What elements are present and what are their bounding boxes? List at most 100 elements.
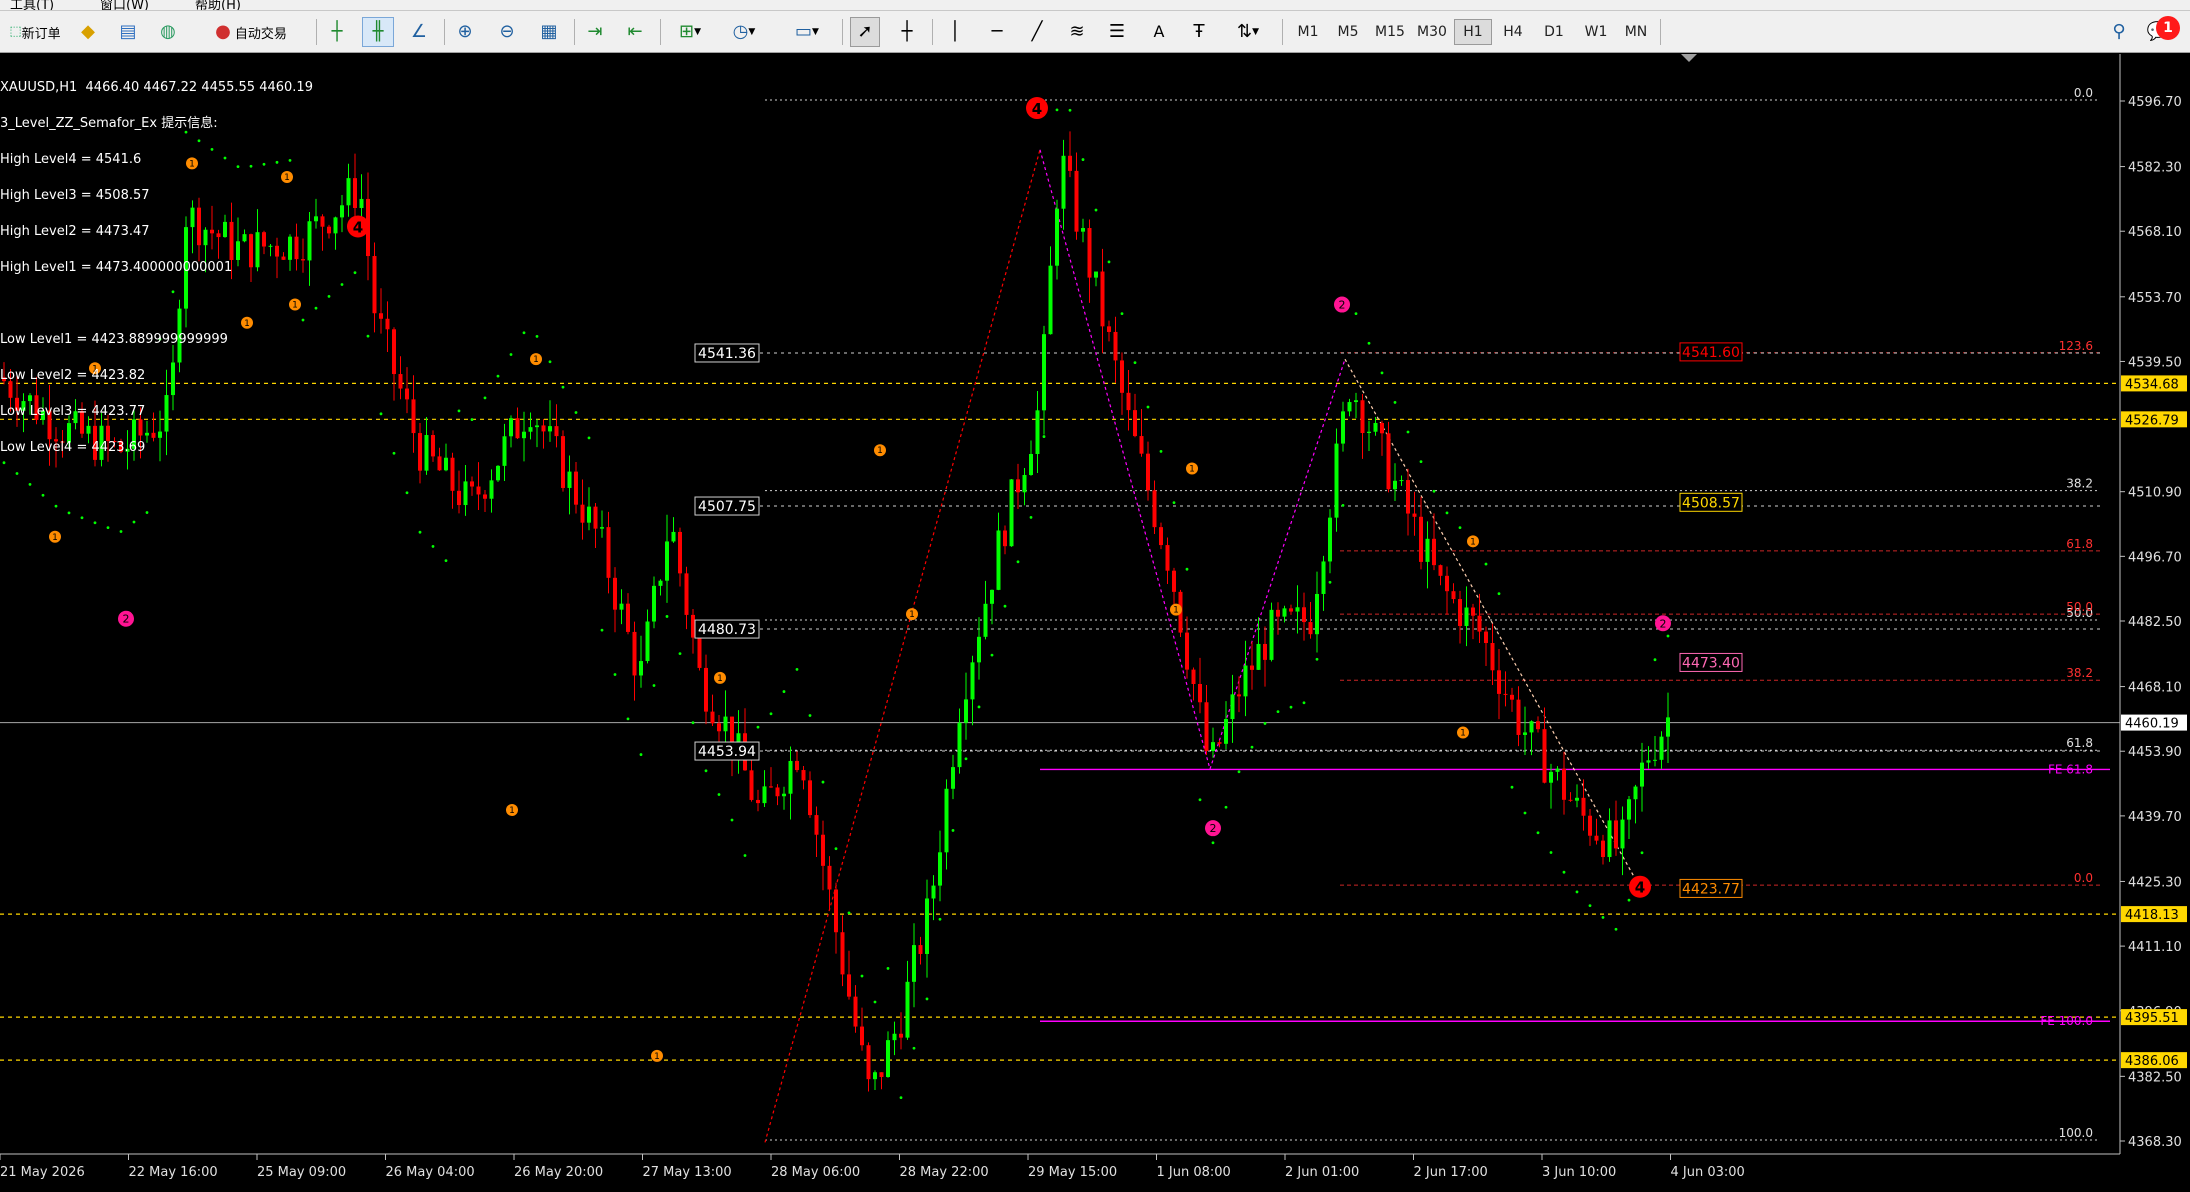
candle-body xyxy=(1061,155,1066,209)
timeframe-m15[interactable]: M15 xyxy=(1371,19,1409,45)
candle-body xyxy=(1360,400,1365,434)
fe-level-label: FE 61.8 xyxy=(2048,762,2093,776)
text-icon[interactable]: A xyxy=(1144,17,1174,47)
semafor-level1-label: 1 xyxy=(717,674,723,684)
zoom-out-icon[interactable]: ⊖ xyxy=(492,17,522,47)
sar-dot xyxy=(1549,851,1553,854)
price-tick-label: 4568.10 xyxy=(2128,225,2182,240)
candle-body xyxy=(1536,721,1540,730)
time-tick-label: 22 May 16:00 xyxy=(129,1165,218,1180)
horizontal-line-icon[interactable]: ─ xyxy=(982,17,1012,47)
candle-body xyxy=(1230,694,1235,720)
candle-body xyxy=(522,431,526,439)
sar-dot xyxy=(418,530,422,534)
search-icon[interactable]: ⚲ xyxy=(2104,17,2134,47)
notifications-icon[interactable]: 💬 1 xyxy=(2140,16,2180,47)
candle-body xyxy=(1581,797,1586,816)
candle-body xyxy=(1412,513,1417,517)
semafor-level1-label: 1 xyxy=(1460,729,1466,739)
timeframe-h1[interactable]: H1 xyxy=(1454,19,1492,45)
level-line: Low Level3 = 4423.77 xyxy=(0,404,146,419)
candle-body xyxy=(795,760,799,771)
timeframe-mn[interactable]: MN xyxy=(1617,19,1655,45)
templates-icon[interactable]: ▭ ▼ xyxy=(784,17,830,47)
indicators-icon[interactable]: ⊞ ▼ xyxy=(668,17,712,47)
timeframe-m1[interactable]: M1 xyxy=(1289,19,1327,45)
timeframe-d1[interactable]: D1 xyxy=(1535,19,1573,45)
zoom-in-icon[interactable]: ⊕ xyxy=(450,17,480,47)
swing-level-label: 4480.73 xyxy=(698,622,756,638)
sar-dot xyxy=(1042,435,1046,438)
menu-help[interactable]: 帮助(H) xyxy=(195,0,241,10)
trendline-icon[interactable]: ╱ xyxy=(1022,17,1052,47)
chart-shift-icon[interactable]: ⇤ xyxy=(620,17,650,47)
candle-body xyxy=(1321,561,1326,594)
price-tick-label: 4553.70 xyxy=(2128,291,2182,306)
sar-dot xyxy=(93,521,97,525)
candlestick-chart-icon[interactable]: ╫ xyxy=(362,17,394,47)
fib-level-label: 50.0 xyxy=(2066,600,2093,614)
level-price-label: 4386.06 xyxy=(2125,1054,2179,1069)
candle-body xyxy=(1659,736,1664,760)
sar-dot xyxy=(405,491,409,495)
candle-body xyxy=(1224,719,1228,744)
candle-body xyxy=(1022,474,1027,493)
tile-windows-icon[interactable]: ▦ xyxy=(534,17,564,47)
market-watch-icon[interactable]: ◆ xyxy=(74,17,102,47)
sar-dot xyxy=(340,283,344,286)
candle-body xyxy=(756,799,760,804)
text-label-icon[interactable]: Ŧ xyxy=(1184,17,1214,47)
vertical-line-icon[interactable]: │ xyxy=(940,17,970,47)
equidistant-channel-icon[interactable]: ≋ xyxy=(1062,17,1092,47)
cursor-icon[interactable]: ➚ xyxy=(850,17,880,47)
timeframe-h4[interactable]: H4 xyxy=(1494,19,1532,45)
periods-icon[interactable]: ◷ ▼ xyxy=(722,17,766,47)
arrows-icon[interactable]: ⇅ ▼ xyxy=(1226,17,1270,47)
auto-scroll-icon[interactable]: ⇥ xyxy=(580,17,610,47)
sar-dot xyxy=(509,353,513,356)
candle-body xyxy=(1334,443,1339,518)
sar-dot xyxy=(1289,705,1293,709)
line-chart-icon[interactable]: ∠ xyxy=(404,17,434,47)
candle-body xyxy=(918,945,923,954)
candle-body xyxy=(944,788,949,853)
fibonacci-icon[interactable]: ☰ xyxy=(1102,17,1132,47)
price-chart[interactable]: 0.038.250.061.8100.0123.661.850.038.20.0… xyxy=(0,54,2190,1192)
time-tick-label: 2 Jun 17:00 xyxy=(1414,1165,1488,1180)
sar-dot xyxy=(795,667,799,671)
sar-dot xyxy=(1250,745,1254,749)
timeframe-w1[interactable]: W1 xyxy=(1577,19,1615,45)
candle-body xyxy=(678,531,682,574)
candle-body xyxy=(327,226,331,234)
bar-chart-icon[interactable]: ┼ xyxy=(322,17,352,47)
fib-level-label: 38.2 xyxy=(2066,477,2093,491)
time-tick-label: 26 May 04:00 xyxy=(386,1165,475,1180)
timeframe-m30[interactable]: M30 xyxy=(1413,19,1451,45)
candle-body xyxy=(1588,815,1592,836)
price-tick-label: 4368.30 xyxy=(2128,1135,2182,1150)
navigator-icon[interactable]: ◍ xyxy=(154,17,182,47)
data-window-icon[interactable]: ▤ xyxy=(114,17,142,47)
candle-body xyxy=(827,865,832,890)
candle-body xyxy=(1406,480,1410,514)
candle-body xyxy=(470,481,474,487)
menu-tools[interactable]: 工具(T) xyxy=(10,0,54,10)
new-order-button[interactable]: ⬚ 新订单 xyxy=(2,17,68,47)
candle-body xyxy=(1620,819,1625,849)
semafor-level1-label: 1 xyxy=(509,806,515,816)
candle-body xyxy=(1081,228,1085,232)
candle-body xyxy=(1048,265,1053,335)
auto-trading-button[interactable]: ● 自动交易 xyxy=(196,17,306,47)
candle-body xyxy=(639,661,643,676)
sar-dot xyxy=(1302,701,1306,705)
candle-body xyxy=(476,486,481,495)
fib-level-label: 0.0 xyxy=(2074,871,2093,885)
candle-body xyxy=(1016,479,1020,493)
menu-window[interactable]: 窗口(W) xyxy=(100,0,149,10)
candle-body xyxy=(977,636,981,663)
crosshair-icon[interactable]: ┼ xyxy=(892,17,922,47)
candle-body xyxy=(814,815,819,835)
timeframe-m5[interactable]: M5 xyxy=(1329,19,1367,45)
time-tick-label: 3 Jun 10:00 xyxy=(1542,1165,1616,1180)
time-tick-label: 25 May 09:00 xyxy=(257,1165,346,1180)
